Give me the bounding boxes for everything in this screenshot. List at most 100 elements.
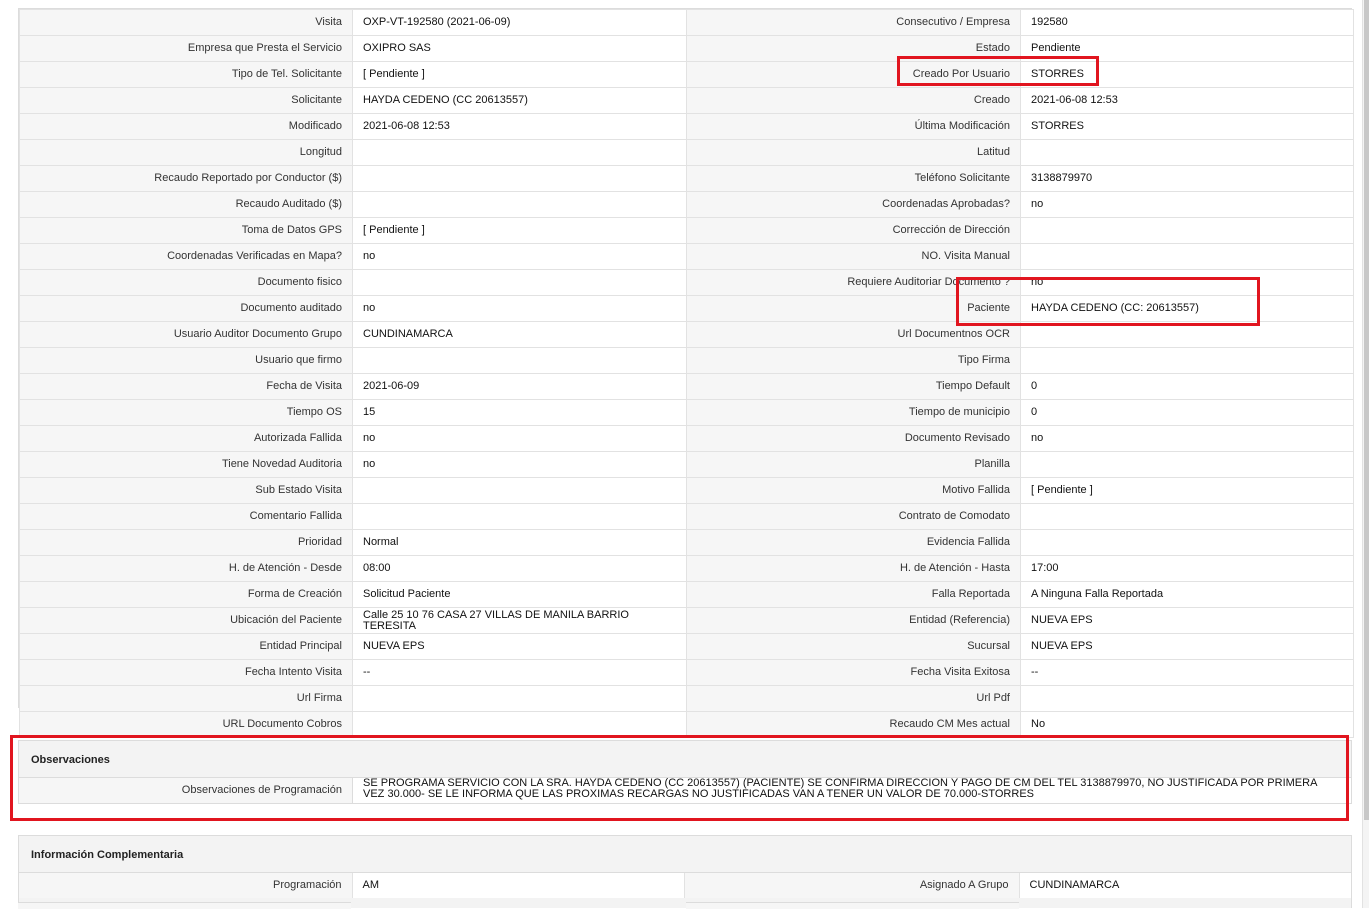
detail-label: Usuario que firmo — [19, 347, 353, 374]
detail-row: Empresa que Presta el Servicio OXIPRO SAS… — [19, 35, 1354, 62]
detail-value — [352, 269, 687, 296]
detail-value: A Ninguna Falla Reportada — [1020, 581, 1354, 608]
detail-value: [ Pendiente ] — [352, 217, 687, 244]
detail-value: Normal — [352, 529, 687, 556]
detail-label: Forma de Creación — [19, 581, 353, 608]
detail-label: NO. Visita Manual — [686, 243, 1021, 270]
detail-label: URL Documento Cobros — [19, 711, 353, 738]
detail-value: 15 — [352, 399, 687, 426]
detail-row: Usuario que firmo Tipo Firma — [19, 347, 1354, 374]
detail-label: Tiempo de municipio — [686, 399, 1021, 426]
detail-label: Sucursal — [686, 633, 1021, 660]
detail-label: Fecha Visita Exitosa — [686, 659, 1021, 686]
detail-value: no — [1020, 425, 1354, 452]
detail-label: Coordenadas Verificadas en Mapa? — [19, 243, 353, 270]
programacion-value: AM — [351, 873, 685, 898]
detail-row: Sub Estado Visita Motivo Fallida[ Pendien… — [19, 477, 1354, 504]
scrollbar-thumb[interactable] — [1364, 0, 1369, 820]
observaciones-section: Observaciones Observaciones de Programac… — [18, 740, 1352, 804]
detail-label: Fecha Intento Visita — [19, 659, 353, 686]
detail-label: Creado — [686, 87, 1021, 114]
detail-value: STORRES — [1020, 61, 1354, 88]
detail-label: Planilla — [686, 451, 1021, 478]
detail-label: Corrección de Dirección — [686, 217, 1021, 244]
detail-row: Toma de Datos GPS[ Pendiente ] Corrección… — [19, 217, 1354, 244]
detail-label: Entidad Principal — [19, 633, 353, 660]
detail-value: no — [352, 425, 687, 452]
detail-label: Url Documentnos OCR — [686, 321, 1021, 348]
detail-label: Toma de Datos GPS — [19, 217, 353, 244]
detail-label: Prioridad — [19, 529, 353, 556]
detail-value: 3138879970 — [1020, 165, 1354, 192]
detail-value — [1020, 451, 1354, 478]
detail-row: Ubicación del Paciente Calle 25 10 76 CAS… — [19, 607, 1354, 634]
detail-row: URL Documento Cobros Recaudo CM Mes actua… — [19, 711, 1354, 738]
detail-row: Documento auditado no Paciente HAYDA CEDEN… — [19, 295, 1354, 322]
detail-value — [1020, 685, 1354, 712]
detail-value: 2021-06-09 — [352, 373, 687, 400]
detail-label: Documento fisico — [19, 269, 353, 296]
detail-value — [1020, 139, 1354, 166]
detail-row: Tiene Novedad Auditoria no Planilla — [19, 451, 1354, 478]
detail-label: Consecutivo / Empresa — [686, 9, 1021, 36]
detail-value: HAYDA CEDENO (CC: 20613557) — [1020, 295, 1354, 322]
detail-label: Visita — [19, 9, 353, 36]
asignado-grupo-value: CUNDINAMARCA — [1018, 873, 1352, 898]
detail-label: Sub Estado Visita — [19, 477, 353, 504]
detail-label: Contrato de Comodato — [686, 503, 1021, 530]
detail-row: Modificado 2021-06-08 12:53 Última Modific… — [19, 113, 1354, 140]
detail-row: Fecha Intento Visita -- Fecha Visita Exit… — [19, 659, 1354, 686]
detail-value: CUNDINAMARCA — [352, 321, 687, 348]
detail-value — [1020, 529, 1354, 556]
detail-label: Url Firma — [19, 685, 353, 712]
detail-value — [352, 347, 687, 374]
detail-label: Falla Reportada — [686, 581, 1021, 608]
detail-label: H. de Atención - Desde — [19, 555, 353, 582]
detail-value: 2021-06-08 12:53 — [1020, 87, 1354, 114]
detail-row: Tipo de Tel. Solicitante[ Pendiente ] Cre… — [19, 61, 1354, 88]
detail-label: Documento auditado — [19, 295, 353, 322]
detail-label: Autorizada Fallida — [19, 425, 353, 452]
detail-row: Longitud Latitud — [19, 139, 1354, 166]
detail-label: Teléfono Solicitante — [686, 165, 1021, 192]
detail-row: Documento fisico Requiere Auditoriar Docu… — [19, 269, 1354, 296]
detail-row: Coordenadas Verificadas en Mapa? no NO. V… — [19, 243, 1354, 270]
detail-label: Tipo de Tel. Solicitante — [19, 61, 353, 88]
informacion-complementaria-section: Información Complementaria Programación … — [18, 835, 1352, 908]
detail-label: Url Pdf — [686, 685, 1021, 712]
detail-row: Fecha de Visita 2021-06-09 Tiempo Default… — [19, 373, 1354, 400]
detail-value: NUEVA EPS — [352, 633, 687, 660]
page-scrollbar[interactable] — [1362, 0, 1369, 908]
detail-value: 2021-06-08 12:53 — [352, 113, 687, 140]
detail-row: Entidad Principal NUEVA EPS Sucursal NUEVA … — [19, 633, 1354, 660]
detail-value — [1020, 347, 1354, 374]
detail-value — [352, 503, 687, 530]
detail-label: Documento Revisado — [686, 425, 1021, 452]
detail-row: Url Firma Url Pdf — [19, 685, 1354, 712]
detail-value — [352, 165, 687, 192]
visit-details-table: Visita OXP-VT-192580 (2021-06-09) Consecut… — [19, 9, 1354, 738]
detail-value: 0 — [1020, 399, 1354, 426]
detail-value — [1020, 243, 1354, 270]
detail-label: Longitud — [19, 139, 353, 166]
detail-value: [ Pendiente ] — [352, 61, 687, 88]
detail-row: Recaudo Reportado por Conductor ($) Teléf… — [19, 165, 1354, 192]
detail-label: Recaudo Auditado ($) — [19, 191, 353, 218]
detail-row: Prioridad Normal Evidencia Fallida — [19, 529, 1354, 556]
detail-value: NUEVA EPS — [1020, 633, 1354, 660]
observaciones-title: Observaciones — [31, 754, 110, 766]
detail-label: Motivo Fallida — [686, 477, 1021, 504]
detail-row: Autorizada Fallida no Documento Revisado … — [19, 425, 1354, 452]
observaciones-row: Observaciones de Programación SE PROGRAM… — [19, 777, 1351, 803]
detail-value: 192580 — [1020, 9, 1354, 36]
detail-row: Tiempo OS 15 Tiempo de municipio 0 — [19, 399, 1354, 426]
detail-value: [ Pendiente ] — [1020, 477, 1354, 504]
detail-label: Fecha de Visita — [19, 373, 353, 400]
detail-value: HAYDA CEDENO (CC 20613557) — [352, 87, 687, 114]
detail-value — [352, 711, 687, 738]
detail-value — [352, 477, 687, 504]
detail-label: H. de Atención - Hasta — [686, 555, 1021, 582]
detail-value — [352, 685, 687, 712]
detail-row: Comentario Fallida Contrato de Comodato — [19, 503, 1354, 530]
detail-label: Tiempo Default — [686, 373, 1021, 400]
